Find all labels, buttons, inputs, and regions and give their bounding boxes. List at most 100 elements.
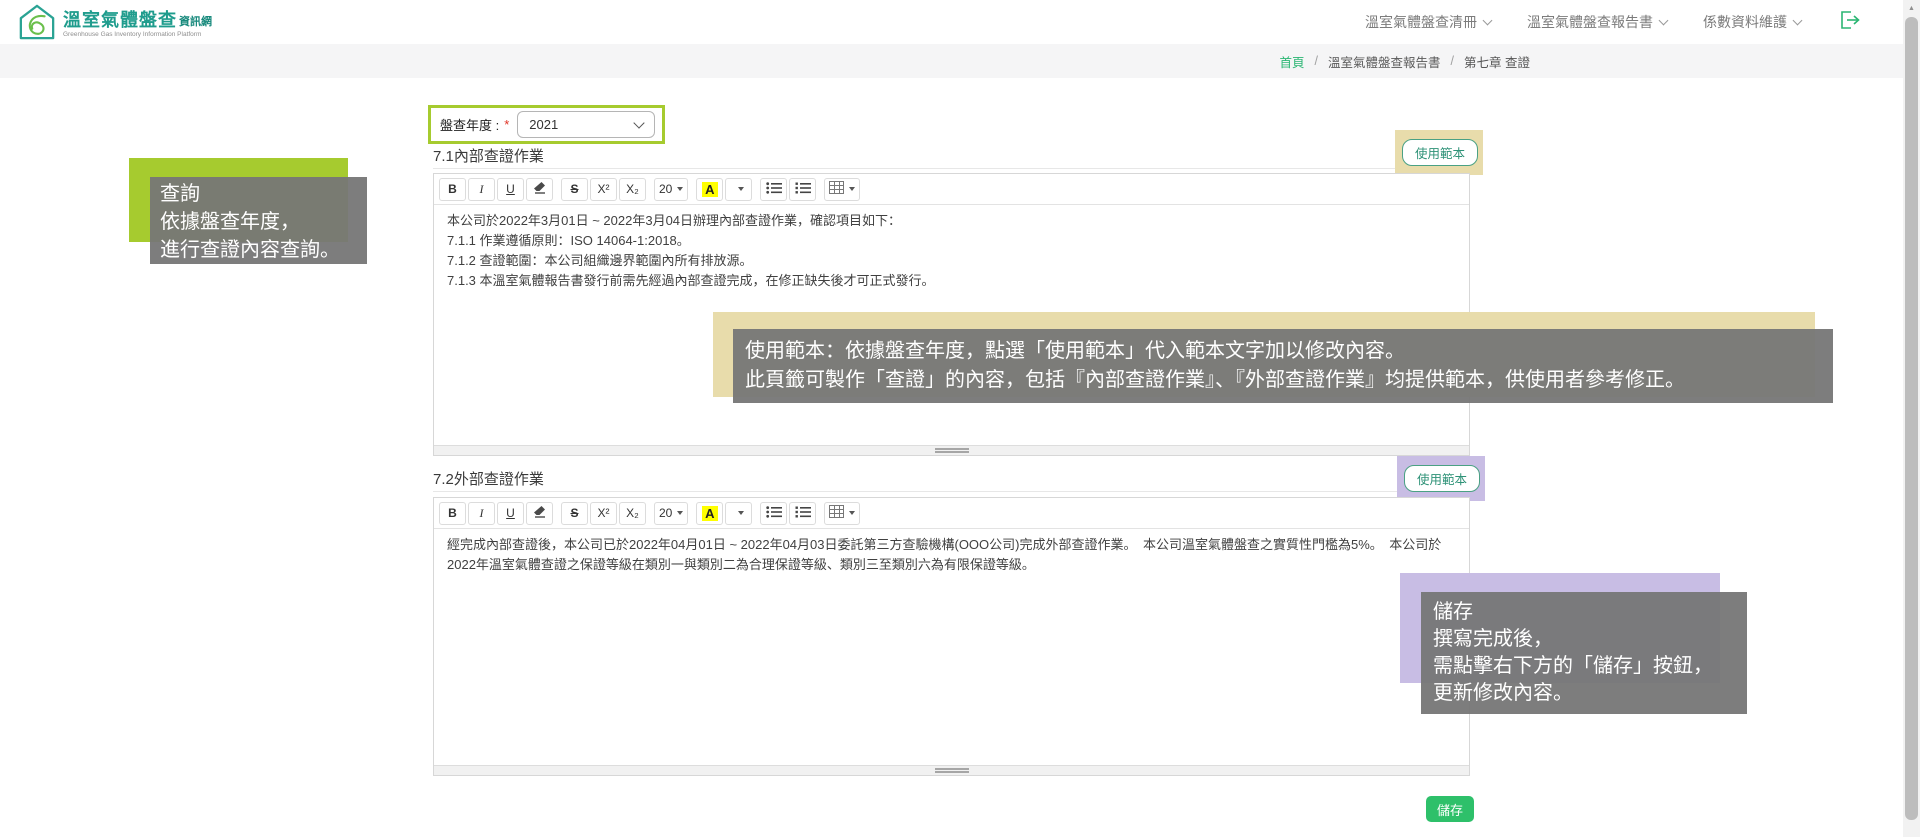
table-icon — [829, 505, 844, 521]
italic-button[interactable]: I — [468, 502, 495, 525]
unordered-list-button[interactable] — [760, 178, 787, 201]
font-color-dropdown[interactable] — [725, 502, 752, 525]
brand-text: 溫室氣體盤查 資訊網 Greenhouse Gas Inventory Info… — [63, 11, 212, 39]
strikethrough-button[interactable]: S — [561, 178, 588, 201]
editor-7-2-content[interactable]: 經完成內部查證後，本公司已於2022年04月01日 ~ 2022年04月03日委… — [434, 528, 1469, 766]
save-annotation-line: 需點擊右下方的「儲存」按鈕， — [1433, 652, 1735, 679]
template-annotation-tooltip: 使用範本：依據盤查年度，點選「使用範本」代入範本文字加以修改內容。 此頁籤可製作… — [733, 329, 1833, 403]
unordered-list-button[interactable] — [760, 502, 787, 525]
page: 溫室氣體盤查 資訊網 Greenhouse Gas Inventory Info… — [0, 0, 1920, 837]
subscript-button[interactable]: X₂ — [619, 178, 646, 201]
editor-7-2-toolbar: B I U S X² X₂ 20 A — [434, 498, 1469, 529]
clear-format-button[interactable] — [526, 502, 553, 525]
eraser-icon — [533, 505, 546, 521]
brand-subtitle: Greenhouse Gas Inventory Information Pla… — [63, 32, 212, 39]
caret-down-icon — [849, 511, 855, 515]
ordered-list-button[interactable] — [789, 502, 816, 525]
toolbar-font-style-group: B I U — [439, 502, 553, 525]
editor-7-2-statusbar — [434, 765, 1469, 775]
toolbar-table-group — [824, 178, 860, 201]
scrollbar-thumb[interactable] — [1905, 17, 1918, 820]
font-size-dropdown[interactable]: 20 — [654, 178, 688, 201]
toolbar-table-group — [824, 502, 860, 525]
query-annotation-title: 查詢 — [160, 179, 357, 207]
toolbar-list-group — [760, 502, 816, 525]
eraser-icon — [533, 181, 546, 197]
caret-down-icon — [849, 187, 855, 191]
toolbar-fontsize-group: 20 — [654, 502, 688, 525]
chevron-down-icon — [1483, 16, 1493, 26]
toolbar-color-group: A — [696, 502, 752, 525]
save-annotation-tooltip: 儲存 撰寫完成後， 需點擊右下方的「儲存」按鈕， 更新修改內容。 — [1421, 592, 1747, 714]
nav-coefficient-maintenance[interactable]: 係數資料維護 — [1703, 12, 1801, 32]
logout-button[interactable] — [1841, 11, 1863, 34]
underline-button[interactable]: U — [497, 502, 524, 525]
ordered-list-icon — [795, 506, 811, 521]
font-color-button[interactable]: A — [696, 178, 723, 201]
resize-handle[interactable] — [935, 448, 969, 453]
nav-report[interactable]: 溫室氣體盤查報告書 — [1527, 12, 1667, 32]
italic-button[interactable]: I — [468, 178, 495, 201]
section-7-2-title: 7.2外部查證作業 — [433, 468, 544, 489]
font-size-dropdown[interactable]: 20 — [654, 502, 688, 525]
nav-report-label: 溫室氣體盤查報告書 — [1527, 12, 1653, 32]
caret-down-icon — [738, 511, 744, 515]
bold-button[interactable]: B — [439, 502, 466, 525]
breadcrumb-home[interactable]: 首頁 — [1280, 52, 1305, 71]
table-dropdown-button[interactable] — [824, 178, 860, 201]
breadcrumb-report[interactable]: 溫室氣體盤查報告書 — [1328, 52, 1441, 71]
superscript-button[interactable]: X² — [590, 502, 617, 525]
breadcrumb-current: 第七章 查證 — [1464, 52, 1530, 71]
clear-format-button[interactable] — [526, 178, 553, 201]
main-nav: 溫室氣體盤查清冊 溫室氣體盤查報告書 係數資料維護 — [1365, 0, 1863, 44]
chevron-down-icon — [634, 117, 645, 128]
brand-title: 溫室氣體盤查 — [63, 11, 177, 29]
section-7-1-rule — [433, 168, 1470, 169]
section-7-1-title: 7.1內部查證作業 — [433, 145, 544, 166]
query-annotation-line: 依據盤查年度， — [160, 207, 357, 235]
chevron-down-icon — [1659, 16, 1669, 26]
query-annotation-tooltip: 查詢 依據盤查年度， 進行查證內容查詢。 — [150, 177, 367, 264]
logout-icon — [1841, 11, 1863, 34]
breadcrumb: 首頁 / 溫室氣體盤查報告書 / 第七章 查證 — [0, 44, 1903, 78]
editor-7-1-statusbar — [434, 445, 1469, 455]
editor-line: 經完成內部查證後，本公司已於2022年04月01日 ~ 2022年04月03日委… — [447, 535, 1456, 575]
bold-button[interactable]: B — [439, 178, 466, 201]
vertical-scrollbar[interactable]: ▲ — [1903, 0, 1920, 837]
ordered-list-button[interactable] — [789, 178, 816, 201]
breadcrumb-separator: / — [1315, 54, 1318, 68]
template-annotation-line: 此頁籤可製作「查證」的內容，包括『內部查證作業』、『外部查證作業』均提供範本，供… — [745, 365, 1821, 394]
subscript-button[interactable]: X₂ — [619, 502, 646, 525]
table-dropdown-button[interactable] — [824, 502, 860, 525]
breadcrumb-separator: / — [1451, 54, 1454, 68]
strikethrough-button[interactable]: S — [561, 502, 588, 525]
superscript-button[interactable]: X² — [590, 178, 617, 201]
table-icon — [829, 181, 844, 197]
logo[interactable]: 溫室氣體盤查 資訊網 Greenhouse Gas Inventory Info… — [18, 3, 212, 46]
nav-inventory-list[interactable]: 溫室氣體盤查清冊 — [1365, 12, 1491, 32]
font-color-button[interactable]: A — [696, 502, 723, 525]
app-header: 溫室氣體盤查 資訊網 Greenhouse Gas Inventory Info… — [0, 0, 1903, 44]
required-mark: * — [504, 117, 509, 132]
year-select[interactable]: 2021 — [517, 111, 655, 138]
resize-handle[interactable] — [935, 768, 969, 773]
font-color-swatch: A — [702, 506, 717, 521]
save-annotation-line: 撰寫完成後， — [1433, 625, 1735, 652]
query-annotation-line: 進行查證內容查詢。 — [160, 235, 357, 263]
use-template-button-7-2[interactable]: 使用範本 — [1404, 465, 1480, 492]
year-select-value: 2021 — [529, 117, 558, 132]
underline-button[interactable]: U — [497, 178, 524, 201]
year-filter: 盤查年度 : * 2021 — [428, 105, 665, 144]
brand-title-suffix: 資訊網 — [179, 17, 212, 28]
scroll-up-icon[interactable]: ▲ — [1903, 0, 1920, 16]
editor-7-1-toolbar: B I U S X² X₂ 20 A — [434, 174, 1469, 205]
use-template-button-7-1[interactable]: 使用範本 — [1402, 139, 1478, 166]
font-size-value: 20 — [659, 506, 672, 520]
template-annotation-line: 使用範本：依據盤查年度，點選「使用範本」代入範本文字加以修改內容。 — [745, 336, 1821, 365]
ordered-list-icon — [795, 182, 811, 197]
font-color-dropdown[interactable] — [725, 178, 752, 201]
caret-down-icon — [677, 187, 683, 191]
font-size-value: 20 — [659, 182, 672, 196]
logo-house-icon — [18, 3, 56, 46]
save-button[interactable]: 儲存 — [1426, 796, 1474, 822]
